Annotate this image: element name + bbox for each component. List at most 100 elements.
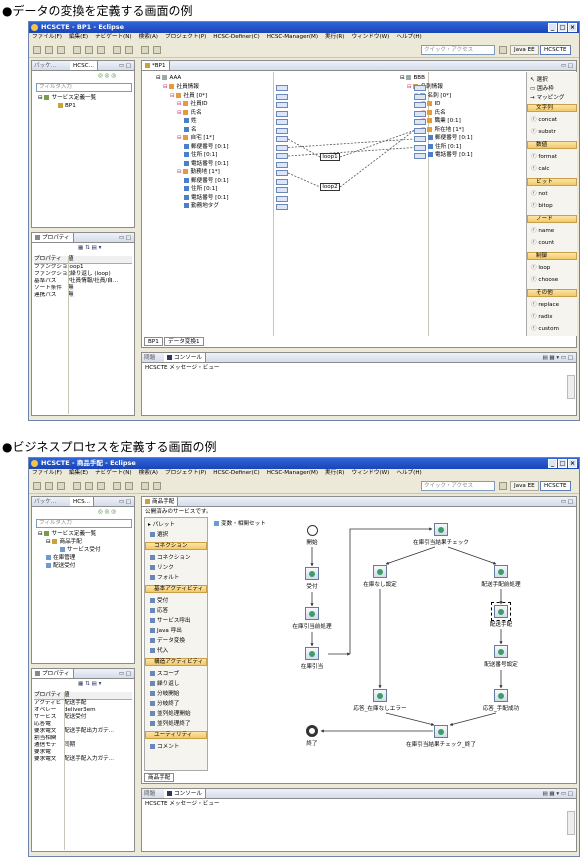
open-type-icon[interactable] [113, 46, 121, 54]
target-anchor[interactable] [414, 144, 426, 151]
activity-node-pre_delivery[interactable] [494, 565, 508, 578]
palette-activity-item[interactable]: 繰り返し [150, 679, 179, 687]
menu-edit[interactable]: 編集(E) [69, 33, 88, 42]
palette-activity-item[interactable]: フォルト [150, 573, 179, 581]
save-icon[interactable] [45, 482, 53, 490]
source-node[interactable]: ⊟ 社員ID [177, 101, 208, 108]
tab-console[interactable]: コンソール [164, 789, 206, 798]
property-row[interactable]: サービス 配送受付 [34, 714, 86, 721]
tab-properties[interactable]: プロパティ [32, 233, 74, 242]
source-node[interactable]: 郵便番号 [0:1] [184, 177, 229, 185]
palette-activity-item[interactable]: Java 呼出 [150, 626, 182, 634]
console-scrollbar[interactable] [567, 811, 575, 835]
source-node[interactable]: 住所 [0:1] [184, 186, 217, 193]
tab-bp1[interactable]: BP1 [144, 337, 163, 346]
menu-navigate[interactable]: ナビゲート(N) [95, 469, 132, 478]
view-controls[interactable]: ▭ □ [119, 233, 131, 242]
debug-icon[interactable] [73, 46, 81, 54]
palette-group-header[interactable]: 数値 [527, 141, 577, 149]
save-icon[interactable] [45, 46, 53, 54]
tab-data-transform1[interactable]: データ変換1 [164, 337, 204, 346]
menu-project[interactable]: プロジェクト(P) [165, 33, 206, 42]
console-toolbar-icons[interactable]: ▤ ▦ ▾ ▭ □ [542, 353, 573, 362]
palette-function-item[interactable]: ⓕ concat [531, 115, 557, 123]
target-node[interactable]: 電話番号 [0:1] [428, 152, 473, 159]
tree-item-service-list[interactable]: ⊟ サービス定義一覧 [38, 95, 96, 102]
activity-node-alloc[interactable] [305, 647, 319, 660]
view-controls[interactable]: ▭ □ [561, 61, 573, 70]
palette-function-item[interactable]: ⓕ format [531, 152, 557, 160]
menu-project[interactable]: プロジェクト(P) [165, 469, 206, 478]
view-controls[interactable]: ▭ □ [119, 61, 131, 70]
palette-activity-item[interactable]: 分岐開始 [150, 689, 179, 697]
activity-node-resp_ok[interactable] [494, 689, 508, 702]
property-row[interactable]: ファンクション(繰り返し (loop) [34, 271, 111, 278]
palette-activity-item[interactable]: 受付 [150, 596, 168, 604]
open-perspective-icon[interactable] [499, 46, 507, 54]
search-icon[interactable] [125, 482, 133, 490]
external-tools-icon[interactable] [97, 46, 105, 54]
palette-activity-item[interactable]: 代入 [150, 646, 168, 654]
palette-activity-item[interactable]: 選択 [150, 530, 168, 538]
quick-access-input[interactable]: クイック・アクセス [421, 45, 495, 55]
palette-activity-item[interactable]: 並列処理開始 [150, 709, 191, 717]
start-node-icon[interactable] [307, 525, 318, 536]
tree-item-delivery-reception[interactable]: 配送受付 [46, 563, 75, 570]
explorer-toolbar-icons[interactable]: ◎ ◎ ◎ [98, 509, 116, 516]
source-anchor[interactable] [276, 178, 288, 185]
source-anchor[interactable] [276, 170, 288, 176]
source-anchor[interactable] [276, 93, 288, 100]
source-node[interactable]: ⊟ 社員情報 [163, 84, 199, 91]
source-node[interactable]: 姓 [184, 118, 197, 125]
menu-run[interactable]: 実行(R) [325, 469, 344, 478]
external-tools-icon[interactable] [97, 482, 105, 490]
tab-problems[interactable]: 問題 [144, 789, 155, 798]
menu-hcsc-definer[interactable]: HCSC-Definer(C) [213, 469, 259, 478]
palette-section-header[interactable]: 構造アクティビティ [145, 658, 207, 666]
target-anchor[interactable] [414, 93, 426, 100]
palette-activity-item[interactable]: 応答 [150, 606, 168, 614]
target-anchor[interactable] [414, 110, 426, 117]
property-row[interactable]: 割当相関 [34, 735, 64, 742]
console-scrollbar[interactable] [567, 375, 575, 399]
palette-activity-item[interactable]: 分岐終了 [150, 699, 179, 707]
activity-node-resp_err[interactable] [373, 689, 387, 702]
tree-item-service-reception[interactable]: サービス受付 [60, 547, 101, 554]
run-icon[interactable] [85, 46, 93, 54]
view-controls[interactable]: ▭ □ [119, 497, 131, 506]
palette-function-item[interactable]: ⓕ not [531, 189, 548, 197]
palette-activity-item[interactable]: スコープ [150, 669, 179, 677]
tab-product-arrangement-editor[interactable]: 商品手配 [142, 497, 179, 506]
source-root[interactable]: ⊟ AAA [156, 75, 181, 82]
palette-enclose[interactable]: ▭ 囲み枠 [530, 84, 554, 92]
tree-item-service-list[interactable]: ⊟ サービス定義一覧 [38, 531, 96, 538]
source-anchor[interactable] [276, 153, 288, 159]
target-anchor[interactable] [414, 136, 426, 142]
tree-item-product-arrangement[interactable]: ⊟ 商品手配 [46, 539, 82, 546]
palette-activity-item[interactable]: データ変換 [150, 636, 185, 644]
target-node[interactable]: 郵便番号 [0:1] [428, 135, 473, 142]
menu-hcsc-manager[interactable]: HCSC-Manager(M) [267, 33, 318, 42]
close-button[interactable]: × [568, 459, 577, 468]
palette-function-item[interactable]: ⓕ choose [531, 275, 558, 283]
property-row[interactable]: アクティビ 配送手配 [34, 700, 86, 707]
target-node[interactable]: ⊟ 所在地 [1*] [421, 126, 464, 134]
menu-hcsc-definer[interactable]: HCSC-Definer(C) [213, 33, 259, 42]
tab-bp1-editor[interactable]: *BP1 [142, 61, 170, 70]
function-loop1[interactable]: loop1 [320, 153, 340, 161]
console-toolbar-icons[interactable]: ▤ ▦ ▾ ▭ □ [542, 789, 573, 798]
source-anchor[interactable] [276, 85, 288, 91]
forward-icon[interactable] [153, 46, 161, 54]
source-node[interactable]: 郵便番号 [0:1] [184, 143, 229, 151]
property-row[interactable]: 応答電 [34, 721, 64, 728]
tab-problems[interactable]: 問題 [144, 353, 155, 362]
maximize-button[interactable]: □ [558, 459, 567, 468]
tab-hcsc-explorer[interactable]: HCS... [70, 497, 94, 506]
property-row[interactable]: 通信モデ 同期 [34, 742, 75, 749]
menu-file[interactable]: ファイル(F) [32, 469, 62, 478]
menu-help[interactable]: ヘルプ(H) [396, 33, 421, 42]
target-anchor[interactable] [414, 102, 426, 108]
source-anchor[interactable] [276, 110, 288, 117]
menu-help[interactable]: ヘルプ(H) [396, 469, 421, 478]
property-row[interactable]: 要求電文 配送手配入力ガテ... [34, 756, 114, 763]
